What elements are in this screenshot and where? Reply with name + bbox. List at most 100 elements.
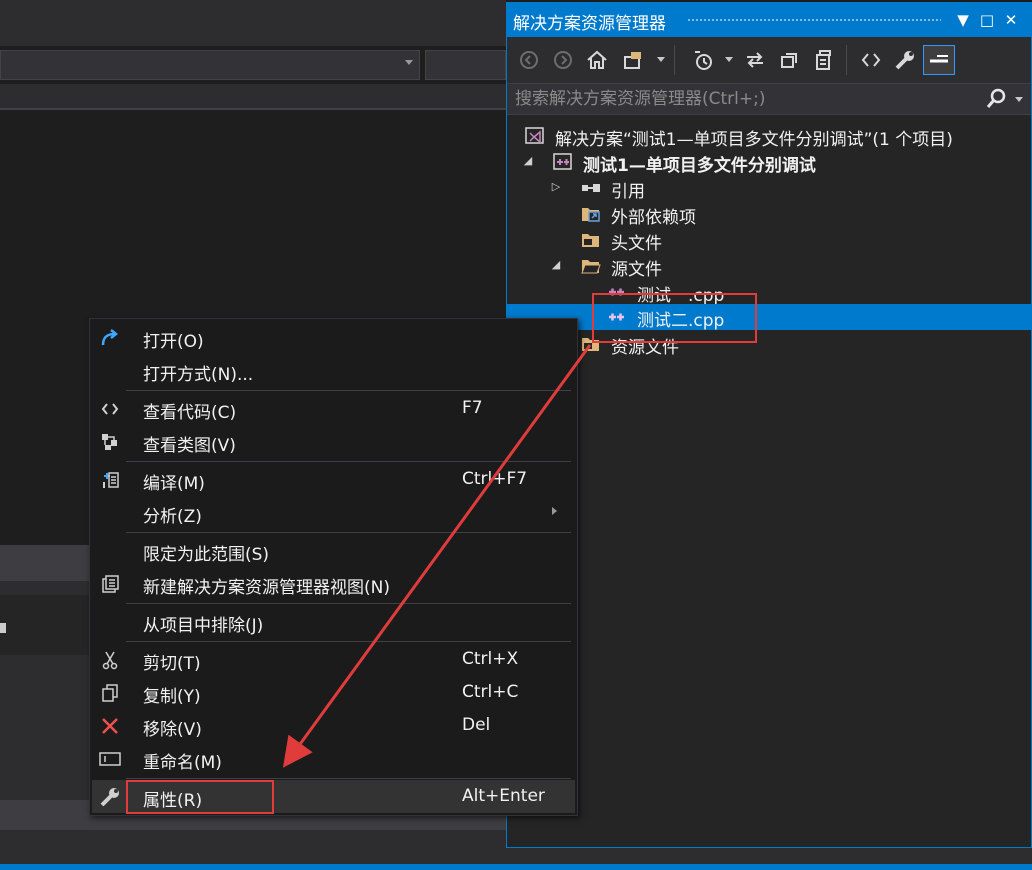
search-input[interactable] [507, 84, 977, 114]
menu-item-exclude-from-project[interactable]: 从项目中排除(J) [92, 605, 575, 638]
menu-item-label: 分析(Z) [143, 507, 202, 527]
tree-item-label: 源文件 [611, 260, 662, 280]
menu-item-label: 打开方式(N)... [143, 365, 254, 385]
menu-item-shortcut: F7 [462, 398, 483, 418]
menu-item-open[interactable]: 打开(O) [92, 321, 575, 354]
tree-item-label: 引用 [611, 182, 645, 202]
external-deps-folder-icon [581, 205, 601, 223]
references-icon [581, 179, 601, 197]
solution-explorer-panel: 解决方案资源管理器 ▼ □ ✕ 搜索解决方案资源管理器(Ctrl+;) 解决方案… [506, 2, 1032, 848]
tree-item-header-files[interactable]: 头文件 [507, 227, 1031, 254]
menu-item-shortcut: Alt+Enter [462, 786, 545, 806]
menu-item-label: 重命名(M) [143, 753, 222, 773]
menu-item-label: 查看代码(C) [143, 403, 237, 423]
menu-item-label: 查看类图(V) [143, 436, 236, 456]
search-icon[interactable] [985, 88, 1007, 110]
menu-item-label: 从项目中排除(J) [143, 616, 264, 636]
search-options-caret-icon[interactable] [1015, 97, 1023, 102]
menu-separator [126, 461, 571, 462]
menu-separator [126, 641, 571, 642]
panel-glyph-icon [0, 623, 6, 633]
solution-explorer-titlebar: 解决方案资源管理器 ▼ □ ✕ [507, 3, 1031, 37]
view-code-icon [98, 397, 122, 421]
solution-explorer-search [507, 83, 1031, 115]
menu-item-rename[interactable]: 重命名(M) [92, 742, 575, 775]
filter-folder-icon [581, 231, 601, 249]
menu-item-compile[interactable]: 编译(M) Ctrl+F7 [92, 463, 575, 496]
menu-item-label: 新建解决方案资源管理器视图(N) [143, 578, 390, 598]
window-position-dropdown-icon[interactable]: ▼ [953, 10, 973, 30]
remove-icon [98, 714, 122, 738]
properties-icon[interactable] [891, 45, 919, 75]
pending-changes-caret-icon[interactable] [725, 57, 733, 62]
toolbar-separator [846, 45, 847, 75]
menu-separator [126, 778, 571, 779]
menu-separator [126, 603, 571, 604]
menu-item-view-code[interactable]: 查看代码(C) F7 [92, 392, 575, 425]
tree-item-label: 解决方案“测试1—单项目多文件分别调试”(1 个项目) [555, 130, 953, 150]
menu-item-label: 打开(O) [143, 332, 204, 352]
menu-item-label: 复制(Y) [143, 687, 201, 707]
title-drag-grip[interactable] [687, 18, 941, 23]
menu-item-open-with[interactable]: 打开方式(N)... [92, 354, 575, 387]
switch-views-icon[interactable] [619, 45, 647, 75]
pending-changes-icon[interactable] [689, 45, 717, 75]
compile-icon [98, 468, 122, 492]
tree-item-references[interactable]: ▷ 引用 [507, 175, 1031, 202]
menu-separator [126, 532, 571, 533]
menu-item-shortcut: Ctrl+C [462, 682, 519, 702]
tree-item-solution[interactable]: 解决方案“测试1—单项目多文件分别调试”(1 个项目) [507, 123, 1031, 150]
context-menu: 打开(O) 打开方式(N)... 查看代码(C) F7 查看类图(V) 编译(M… [89, 318, 578, 816]
menu-item-analyze[interactable]: 分析(Z) [92, 496, 575, 529]
menu-item-cut[interactable]: 剪切(T) Ctrl+X [92, 643, 575, 676]
new-view-icon [98, 572, 122, 596]
tree-item-file-cpp[interactable]: 测试一.cpp [507, 279, 1031, 306]
menu-item-copy[interactable]: 复制(Y) Ctrl+C [92, 676, 575, 709]
maximize-icon[interactable]: □ [977, 10, 997, 30]
collapse-all-icon[interactable] [775, 45, 803, 75]
status-bar [0, 864, 1032, 870]
menu-item-label: 编译(M) [143, 474, 205, 494]
editor-navigation-dropdown[interactable] [0, 50, 420, 80]
menu-item-label: 移除(V) [143, 720, 202, 740]
menu-item-new-explorer-view[interactable]: 新建解决方案资源管理器视图(N) [92, 567, 575, 600]
tree-item-project[interactable]: ◢ 测试1—单项目多文件分别调试 [507, 149, 1031, 176]
tree-item-label: 外部依赖项 [611, 208, 696, 228]
chevron-down-icon [405, 60, 413, 65]
toolbar-separator [674, 45, 675, 75]
editor-member-dropdown[interactable] [425, 50, 506, 80]
menu-item-label: 限定为此范围(S) [143, 545, 270, 565]
cpp-project-icon [553, 153, 573, 171]
back-icon[interactable] [515, 45, 543, 75]
collapse-arrow-icon[interactable]: ◢ [549, 258, 563, 272]
menu-item-scope-to-this[interactable]: 限定为此范围(S) [92, 534, 575, 567]
show-all-files-icon[interactable] [809, 45, 837, 75]
menu-item-view-class-diagram[interactable]: 查看类图(V) [92, 425, 575, 458]
tree-item-file-cpp-selected[interactable]: 测试二.cpp [507, 304, 1031, 331]
copy-icon [98, 681, 122, 705]
menu-item-label: 剪切(T) [143, 654, 201, 674]
tree-item-label: 头文件 [611, 234, 662, 254]
tree-item-resource-files[interactable]: 资源文件 [507, 331, 1031, 358]
collapse-arrow-icon[interactable]: ◢ [521, 154, 535, 168]
expand-arrow-icon[interactable]: ▷ [549, 180, 563, 194]
tree-item-label: 测试1—单项目多文件分别调试 [583, 156, 816, 176]
home-icon[interactable] [583, 45, 611, 75]
switch-views-caret-icon[interactable] [657, 57, 665, 62]
menu-item-shortcut: Ctrl+X [462, 649, 519, 669]
open-icon [98, 326, 122, 350]
open-filter-folder-icon [581, 257, 601, 275]
tree-item-external-dependencies[interactable]: 外部依赖项 [507, 201, 1031, 228]
close-icon[interactable]: ✕ [1001, 10, 1021, 30]
solution-icon [525, 127, 545, 145]
submenu-arrow-icon [552, 507, 557, 515]
tree-item-source-files[interactable]: ◢ 源文件 [507, 253, 1031, 280]
class-diagram-icon [98, 430, 122, 454]
forward-icon[interactable] [549, 45, 577, 75]
view-code-icon[interactable] [857, 45, 885, 75]
menu-item-remove[interactable]: 移除(V) Del [92, 709, 575, 742]
solution-explorer-toolbar [507, 37, 1031, 83]
panel-title: 解决方案资源管理器 [513, 14, 666, 34]
preview-selected-items-icon[interactable] [923, 45, 955, 75]
sync-icon[interactable] [741, 45, 769, 75]
